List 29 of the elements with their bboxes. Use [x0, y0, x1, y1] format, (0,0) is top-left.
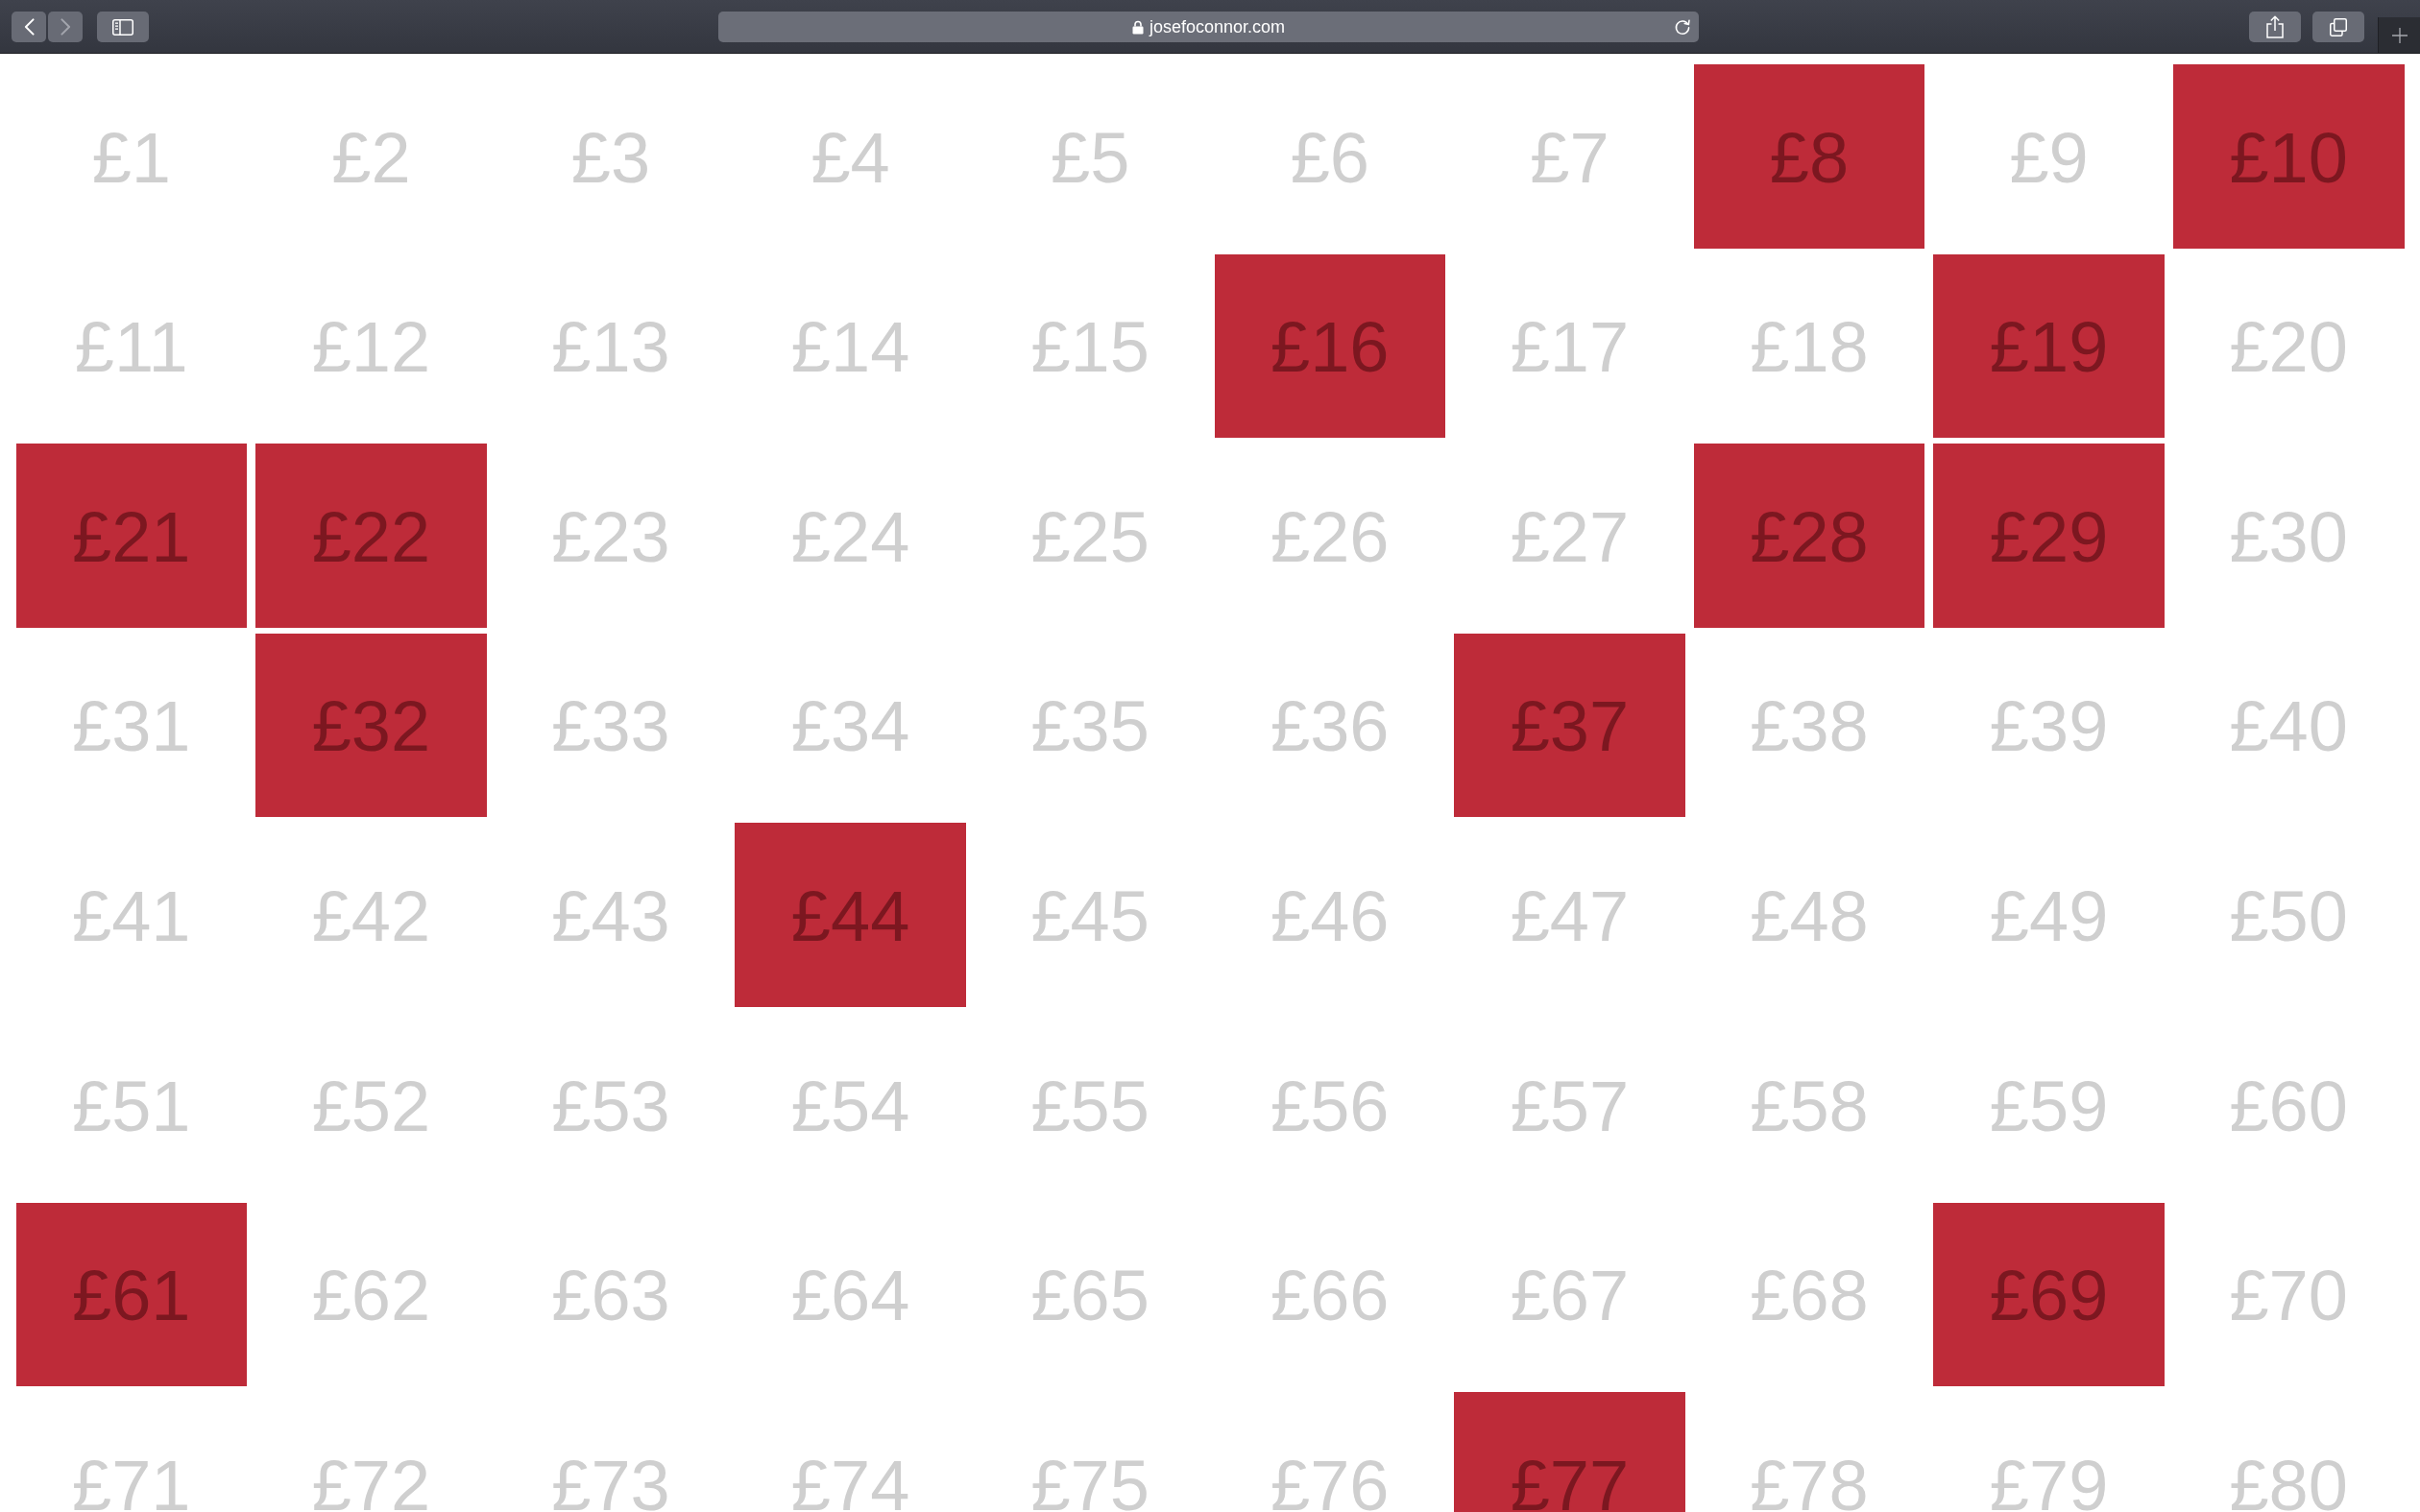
- amount-tile[interactable]: £8: [1693, 64, 1925, 249]
- amount-tile[interactable]: £77: [1454, 1392, 1685, 1512]
- reload-icon[interactable]: [1674, 18, 1691, 36]
- amount-tile[interactable]: £61: [15, 1202, 248, 1387]
- back-button[interactable]: [12, 12, 46, 42]
- tabs-button[interactable]: [2312, 12, 2364, 42]
- new-tab-button[interactable]: [2378, 17, 2420, 53]
- sidebar-button[interactable]: [97, 12, 149, 42]
- amount-tile[interactable]: £32: [255, 633, 487, 818]
- lock-icon: [1131, 19, 1144, 35]
- address-bar[interactable]: josefoconnor.com: [718, 12, 1699, 42]
- amount-tile[interactable]: £44: [735, 823, 966, 1007]
- amount-tile[interactable]: £19: [1933, 253, 2165, 439]
- tabs-icon: [2330, 17, 2347, 36]
- amount-tile[interactable]: £21: [15, 444, 248, 628]
- sidebar-icon: [112, 18, 133, 36]
- url-text: josefoconnor.com: [1149, 16, 1286, 37]
- amount-tile[interactable]: £69: [1933, 1202, 2165, 1387]
- amount-tile[interactable]: £10: [2172, 64, 2405, 249]
- share-icon: [2266, 15, 2284, 38]
- plus-icon: [2391, 27, 2408, 43]
- amount-tile[interactable]: £28: [1693, 444, 1925, 628]
- chevron-left-icon: [23, 18, 35, 36]
- chevron-right-icon: [60, 18, 71, 36]
- share-button[interactable]: [2249, 12, 2301, 42]
- amount-tile[interactable]: £29: [1933, 444, 2165, 628]
- amount-tile[interactable]: £37: [1454, 633, 1685, 818]
- amount-tile[interactable]: £16: [1214, 253, 1446, 439]
- amount-tile[interactable]: £22: [255, 444, 487, 628]
